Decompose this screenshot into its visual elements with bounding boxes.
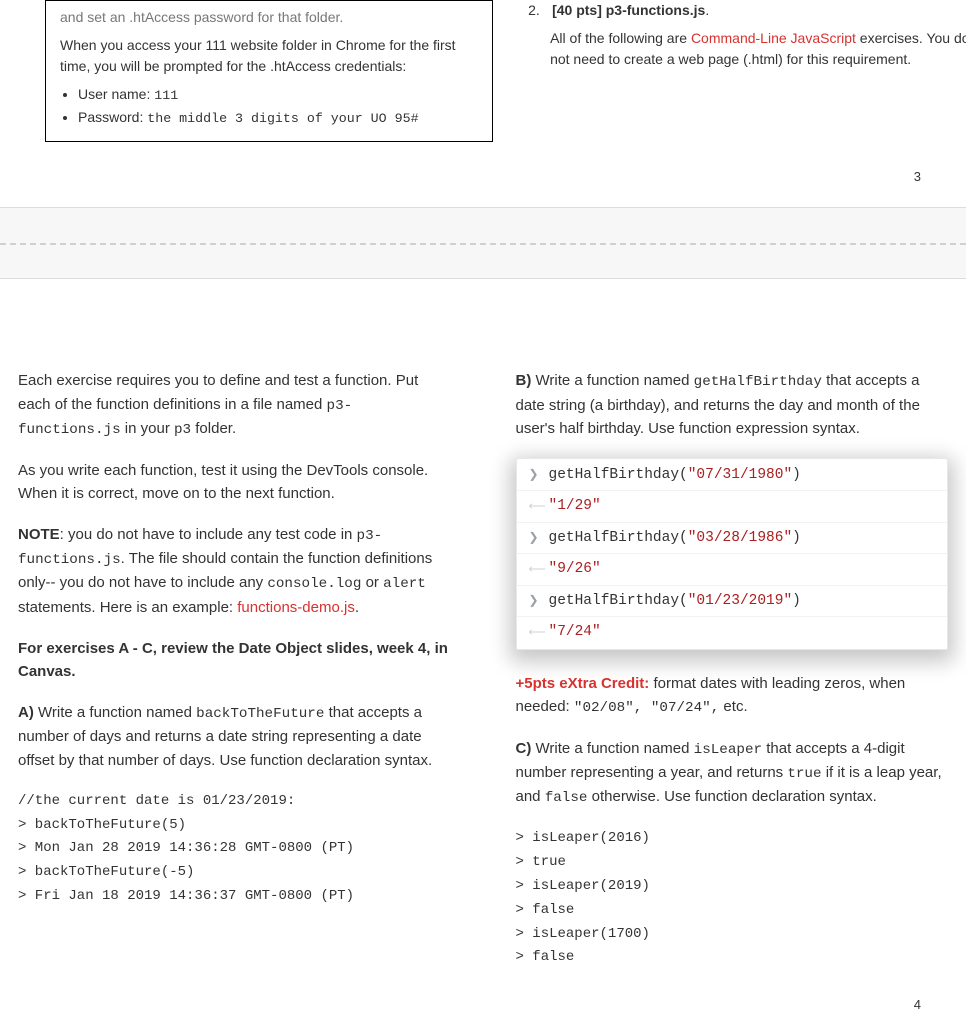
note-paragraph: NOTE: you do not have to include any tes… <box>18 523 451 618</box>
intro-p1-b: in your <box>121 420 174 437</box>
note-f: . <box>355 599 359 616</box>
return-arrow-icon: ⟵ <box>529 627 539 639</box>
console-arg: "01/23/2019" <box>688 593 792 609</box>
ex-a-label: A) <box>18 704 34 721</box>
page3-content: and set an .htAccess password for that f… <box>0 0 966 142</box>
console-fn-close: ) <box>792 530 801 546</box>
page4-left-col: Each exercise requires you to define and… <box>18 369 451 970</box>
extra-credit: +5pts eXtra Credit: format dates with le… <box>516 672 949 719</box>
ex-c-false: false <box>545 790 588 806</box>
console-arg: "07/31/1980" <box>688 467 792 483</box>
ex-c-fn: isLeaper <box>694 742 762 758</box>
intro-p1-c: folder. <box>191 420 236 437</box>
ex-b-b: Write a function named <box>531 372 693 389</box>
req2-title-bold: [40 pts] p3-functions.js <box>552 2 705 18</box>
password-label: Password: <box>78 109 147 125</box>
ex-b-fn: getHalfBirthday <box>694 374 822 390</box>
cutoff-line: and set an .htAccess password for that f… <box>60 7 478 29</box>
page4-number: 4 <box>0 970 966 1035</box>
console-fn: getHalfBirthday( <box>549 593 688 609</box>
credential-username: User name: 111 <box>78 84 478 107</box>
page4-content: Each exercise requires you to define and… <box>18 369 948 970</box>
ex-c-e: otherwise. Use function declaration synt… <box>587 788 876 805</box>
ex-b-label: B) <box>516 372 532 389</box>
exercises-review: For exercises A - C, review the Date Obj… <box>18 637 451 684</box>
req2-title: [40 pts] p3-functions.js. <box>552 0 709 22</box>
chevron-right-icon: ❯ <box>529 595 539 607</box>
req2-number: 2. <box>528 0 546 22</box>
exercise-b: B) Write a function named getHalfBirthda… <box>516 369 949 440</box>
extra-credit-code: "02/08", "07/24", <box>574 700 719 716</box>
extra-credit-c: etc. <box>719 698 747 715</box>
note-d: or <box>361 574 383 591</box>
console-input: getHalfBirthday("07/31/1980") <box>549 464 801 486</box>
return-arrow-icon: ⟵ <box>529 501 539 513</box>
password-value: the middle 3 digits of your UO 95# <box>147 111 418 126</box>
chevron-right-icon: ❯ <box>529 469 539 481</box>
console-fn-close: ) <box>792 593 801 609</box>
console-row: ⟵ "9/26" <box>517 554 948 585</box>
page-separator <box>0 207 966 279</box>
page4-right-col: B) Write a function named getHalfBirthda… <box>516 369 949 970</box>
console-output: "7/24" <box>549 621 601 643</box>
cmdline-js-link[interactable]: Command-Line JavaScript <box>691 30 856 46</box>
exercise-c: C) Write a function named isLeaper that … <box>516 737 949 809</box>
htaccess-sentence: When you access your 111 website folder … <box>60 35 478 78</box>
page3-columns: and set an .htAccess password for that f… <box>45 0 966 142</box>
note-b: : you do not have to include any test co… <box>60 526 357 543</box>
console-fn: getHalfBirthday( <box>549 467 688 483</box>
note-code2: console.log <box>267 576 361 592</box>
ex-a-b: Write a function named <box>34 704 196 721</box>
intro-p2: As you write each function, test it usin… <box>18 459 451 506</box>
username-label: User name: <box>78 86 154 102</box>
console-row: ❯ getHalfBirthday("01/23/2019") <box>517 586 948 617</box>
console-row: ⟵ "1/29" <box>517 491 948 522</box>
console-input: getHalfBirthday("01/23/2019") <box>549 590 801 612</box>
ex-c-b: Write a function named <box>531 740 693 757</box>
note-code3: alert <box>383 576 426 592</box>
console-output: "9/26" <box>549 558 601 580</box>
exercise-a: A) Write a function named backToTheFutur… <box>18 701 451 772</box>
return-arrow-icon: ⟵ <box>529 564 539 576</box>
page3-number: 3 <box>0 142 966 207</box>
devtools-console-panel: ❯getHalfBirthday("07/31/1980")⟵"1/29"❯ge… <box>516 458 949 650</box>
credential-password: Password: the middle 3 digits of your UO… <box>78 107 478 130</box>
console-row: ❯ getHalfBirthday("03/28/1986") <box>517 523 948 554</box>
exercise-c-code: > isLeaper(2016) > true > isLeaper(2019)… <box>516 827 949 970</box>
functions-demo-link[interactable]: functions-demo.js <box>237 599 355 616</box>
extra-credit-label: +5pts eXtra Credit: <box>516 675 650 692</box>
req2-desc: All of the following are Command-Line Ja… <box>550 28 966 71</box>
console-row: ❯ getHalfBirthday("07/31/1980") <box>517 460 948 491</box>
ex-a-fn: backToTheFuture <box>196 706 324 722</box>
ex-c-true: true <box>787 766 821 782</box>
exercise-a-code: //the current date is 01/23/2019: > back… <box>18 790 451 909</box>
req2-heading: 2. [40 pts] p3-functions.js. <box>528 0 966 22</box>
intro-p1-code2: p3 <box>174 422 191 438</box>
console-fn: getHalfBirthday( <box>549 530 688 546</box>
console-row: ⟵ "7/24" <box>517 617 948 647</box>
chevron-right-icon: ❯ <box>529 532 539 544</box>
console-input: getHalfBirthday("03/28/1986") <box>549 527 801 549</box>
console-fn-close: ) <box>792 467 801 483</box>
intro-p1: Each exercise requires you to define and… <box>18 369 451 440</box>
ex-c-label: C) <box>516 740 532 757</box>
page4-top-margin <box>0 279 966 369</box>
req2-desc-pre: All of the following are <box>550 30 691 46</box>
note-e: statements. Here is an example: <box>18 599 237 616</box>
username-value: 111 <box>154 88 178 103</box>
page4-columns: Each exercise requires you to define and… <box>18 369 948 970</box>
console-output: "1/29" <box>549 495 601 517</box>
note-label: NOTE <box>18 526 60 543</box>
htaccess-box: and set an .htAccess password for that f… <box>45 0 493 142</box>
credentials-list: User name: 111 Password: the middle 3 di… <box>78 84 478 129</box>
intro-p1-a: Each exercise requires you to define and… <box>18 372 418 412</box>
console-arg: "03/28/1986" <box>688 530 792 546</box>
requirement-2: 2. [40 pts] p3-functions.js. All of the … <box>528 0 966 142</box>
